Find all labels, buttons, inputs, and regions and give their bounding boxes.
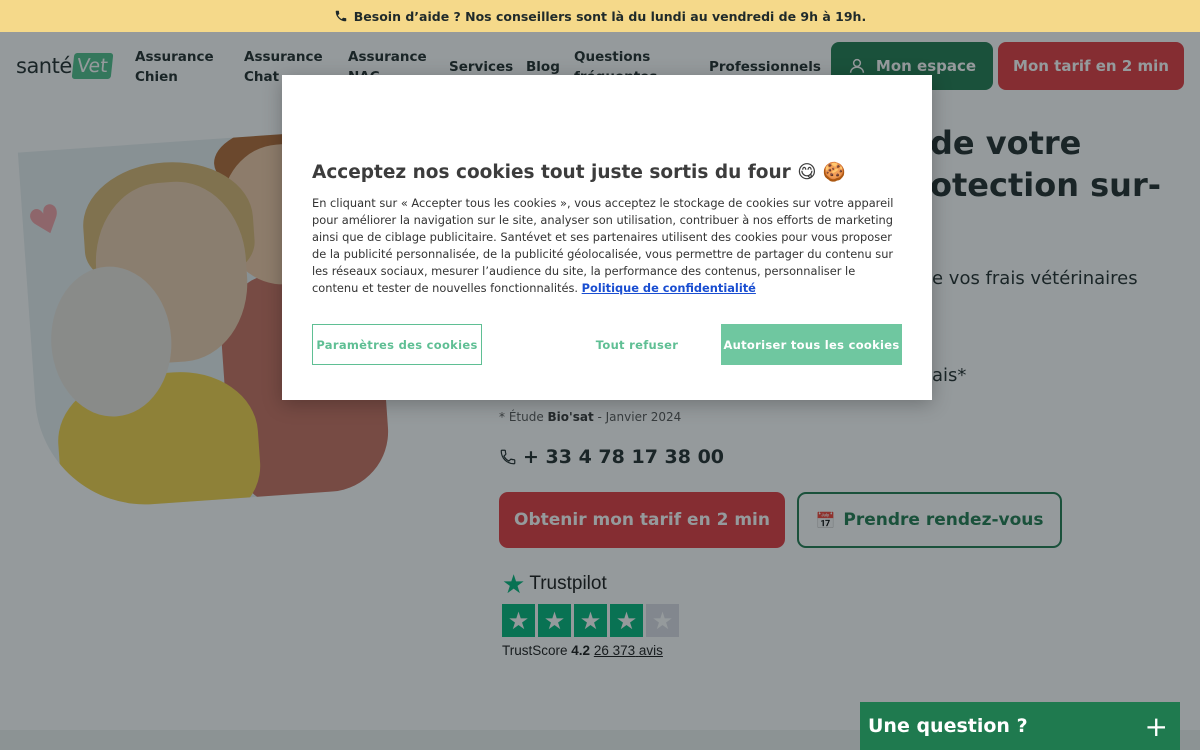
cookie-settings-button[interactable]: Paramètres des cookies	[312, 324, 482, 365]
refuse-all-cookies-button[interactable]: Tout refuser	[572, 324, 702, 365]
help-banner: Besoin d’aide ? Nos conseillers sont là …	[0, 0, 1200, 32]
question-label: Une question ?	[868, 715, 1028, 737]
help-banner-text: Besoin d’aide ? Nos conseillers sont là …	[353, 8, 867, 24]
privacy-policy-link[interactable]: Politique de confidentialité	[582, 281, 756, 295]
cookie-consent-dialog: Acceptez nos cookies tout juste sortis d…	[282, 75, 932, 400]
accept-all-cookies-button[interactable]: Autoriser tous les cookies	[721, 324, 902, 365]
question-chat-button[interactable]: Une question ? +	[860, 702, 1180, 750]
plus-icon: +	[1144, 709, 1168, 743]
cookie-dialog-title: Acceptez nos cookies tout juste sortis d…	[312, 162, 846, 183]
cookie-dialog-body: En cliquant sur « Accepter tous les cook…	[312, 196, 894, 295]
phone-icon	[335, 10, 347, 22]
